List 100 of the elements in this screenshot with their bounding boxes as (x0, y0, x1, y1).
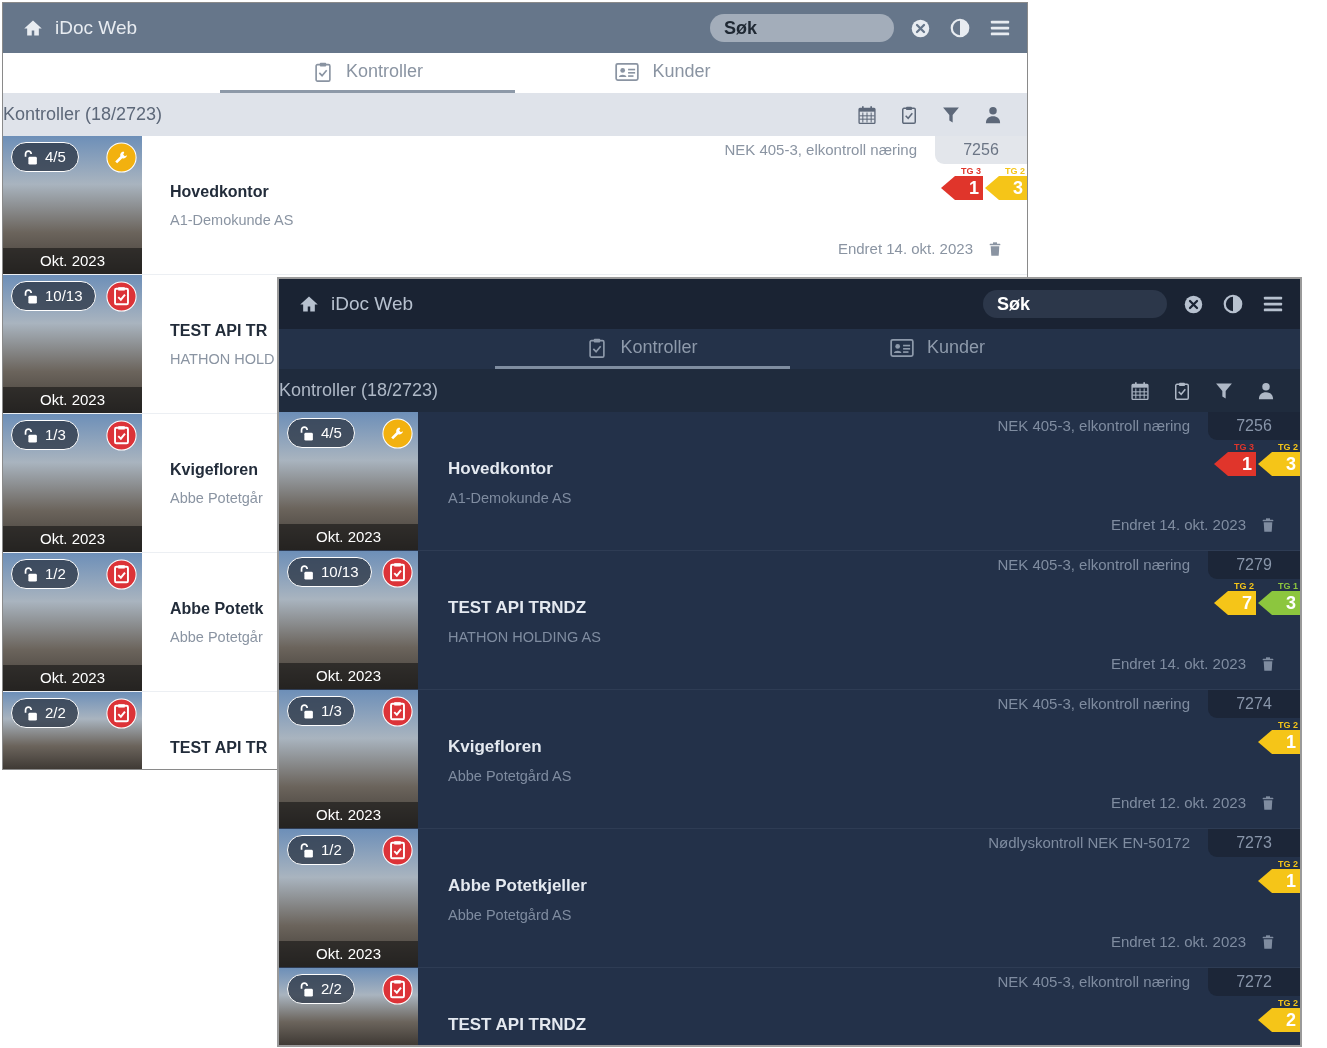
row-subtitle: HATHON HOLD (170, 350, 275, 369)
padlock-icon (22, 148, 39, 166)
standard-text: Nødlyskontroll NEK EN-50172 (988, 833, 1190, 853)
padlock-icon (22, 426, 39, 444)
changed-date: Endret 12. okt. 2023 (1110, 792, 1246, 813)
row-subtitle: A1-Demokunde AS (448, 488, 572, 508)
contrast-icon[interactable] (1222, 293, 1244, 315)
changed-date: Endret 14. okt. 2023 (1110, 514, 1246, 535)
home-icon[interactable] (23, 18, 43, 38)
row-title: Kvigefloren (170, 460, 258, 480)
control-number: 7274 (1208, 690, 1300, 718)
grade-label: TG 3 (961, 166, 982, 176)
trash-icon[interactable] (1260, 794, 1276, 811)
control-number: 7273 (1208, 829, 1300, 857)
clear-icon[interactable] (1183, 293, 1204, 315)
padlock-icon (298, 424, 315, 442)
date-caption: Okt. 2023 (279, 941, 418, 967)
grade-label: TG 2 (1005, 166, 1026, 176)
trash-icon[interactable] (1260, 516, 1276, 533)
date-caption: Okt. 2023 (3, 387, 142, 413)
progress-count: 1/2 (321, 839, 342, 860)
date-caption: Okt. 2023 (3, 248, 142, 274)
grade-flag: 1 (1214, 452, 1256, 476)
progress-count: 2/2 (45, 702, 66, 723)
row-title: TEST API TRNDZ (448, 597, 587, 619)
grade-label: TG 2 (1278, 859, 1299, 869)
control-number: 7272 (1208, 968, 1300, 996)
trash-icon[interactable] (1260, 933, 1276, 950)
clipboard-icon (106, 559, 137, 590)
row-subtitle: Abbe Potetgår (170, 489, 263, 508)
grade-flag: 1 (1258, 730, 1300, 754)
tab[interactable]: Kunder (789, 329, 1085, 369)
search-field[interactable]: Søk (983, 290, 1167, 318)
date-caption: Okt. 2023 (279, 663, 418, 689)
row-subtitle: HATHON HOLDING AS (448, 627, 601, 647)
row-title: TEST API TR (170, 321, 268, 341)
clipboard-icon[interactable] (899, 104, 919, 125)
clipboard-icon (382, 557, 413, 588)
clipboard-icon (106, 698, 137, 729)
grade-flag: 3 (1258, 591, 1300, 615)
padlock-icon (298, 841, 315, 859)
progress-count: 2/2 (321, 978, 342, 999)
standard-text: NEK 405-3, elkontroll næring (997, 694, 1190, 714)
home-icon[interactable] (299, 294, 319, 314)
progress-count: 10/13 (45, 285, 83, 306)
trash-icon[interactable] (987, 240, 1003, 257)
row-title: Abbe Potetk (170, 599, 264, 619)
clipboard-icon (382, 974, 413, 1005)
progress-count: 10/13 (321, 561, 359, 582)
person-icon[interactable] (983, 104, 1003, 125)
clipboard-icon[interactable] (1172, 380, 1192, 401)
progress-count: 1/2 (45, 563, 66, 584)
row-title: Abbe Potetkjeller (448, 875, 587, 897)
list-title: Kontroller (18/2723) (3, 103, 163, 126)
date-caption: Okt. 2023 (3, 526, 142, 552)
app-title: iDoc Web (55, 15, 137, 40)
row-subtitle: Abbe Potetgård AS (448, 905, 572, 925)
padlock-icon (22, 565, 39, 583)
grade-label: TG 2 (1278, 720, 1299, 730)
clear-icon[interactable] (910, 17, 931, 39)
list-title: Kontroller (18/2723) (279, 379, 439, 402)
padlock-icon (298, 980, 315, 998)
standard-text: NEK 405-3, elkontroll næring (997, 555, 1190, 575)
grade-flag: 1 (1258, 869, 1300, 893)
progress-count: 1/3 (45, 424, 66, 445)
padlock-icon (22, 287, 39, 305)
row-title: TEST API TRNDZ (448, 1014, 587, 1036)
grade-label: TG 2 (1234, 581, 1255, 591)
clipboard-icon (106, 420, 137, 451)
standard-text: NEK 405-3, elkontroll næring (724, 140, 917, 160)
trash-icon[interactable] (1260, 655, 1276, 672)
row-title: Hovedkontor (170, 182, 269, 202)
padlock-icon (22, 704, 39, 722)
calendar-icon[interactable] (857, 104, 877, 125)
progress-count: 4/5 (45, 146, 66, 167)
grade-flag: 3 (985, 176, 1027, 200)
standard-text: NEK 405-3, elkontroll næring (997, 972, 1190, 992)
date-caption: Okt. 2023 (279, 524, 418, 550)
grade-flag: 7 (1214, 591, 1256, 615)
control-number: 7256 (935, 136, 1027, 164)
person-icon[interactable] (1256, 380, 1276, 401)
grade-label: TG 3 (1234, 442, 1255, 452)
wrench-icon (382, 418, 413, 449)
row-title: Kvigefloren (448, 736, 542, 758)
clipboard-icon (106, 281, 137, 312)
row-title: TEST API TR (170, 738, 268, 758)
grade-label: TG 1 (1278, 581, 1299, 591)
app-title: iDoc Web (331, 291, 413, 316)
tab[interactable]: Kunder (515, 53, 810, 93)
changed-date: Endret 12. okt. 2023 (1110, 931, 1246, 952)
changed-date: Endret 14. okt. 2023 (837, 238, 973, 259)
calendar-icon[interactable] (1130, 380, 1150, 401)
search-field[interactable]: Søk (710, 14, 894, 42)
row-subtitle: Abbe Potetgår (170, 628, 263, 647)
control-number: 7256 (1208, 412, 1300, 440)
padlock-icon (298, 702, 315, 720)
grade-flag: 1 (941, 176, 983, 200)
progress-count: 1/3 (321, 700, 342, 721)
grade-flag: 3 (1258, 452, 1300, 476)
control-number: 7279 (1208, 551, 1300, 579)
